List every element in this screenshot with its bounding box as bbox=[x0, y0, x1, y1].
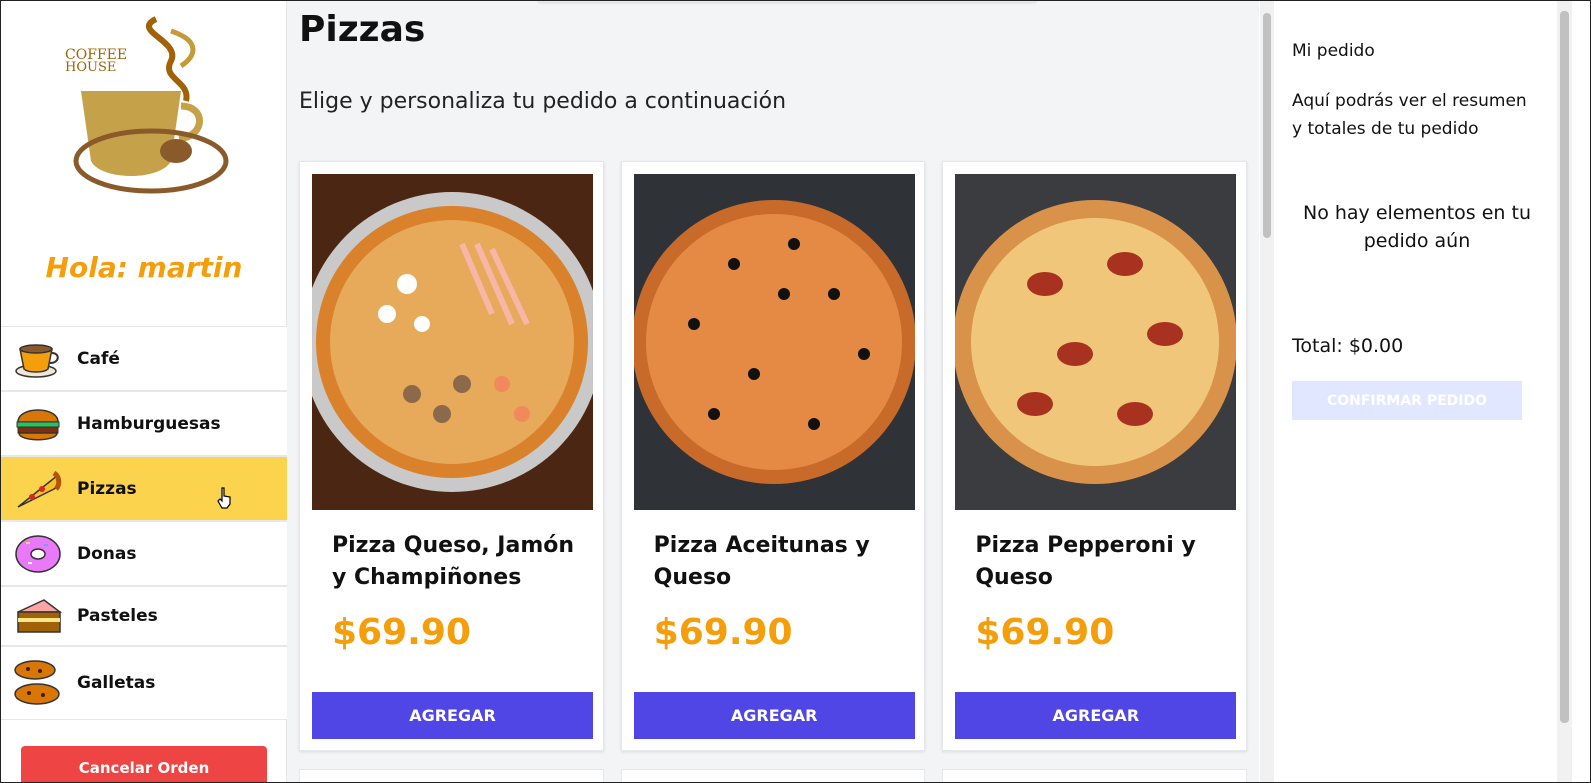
add-to-order-button[interactable]: AGREGAR bbox=[312, 692, 593, 739]
scrollbar-thumb[interactable] bbox=[1560, 11, 1569, 723]
product-name: Pizza Aceitunas y Queso bbox=[653, 533, 870, 590]
product-card: Pizza Queso, Jamón y Champiñones $69.90 … bbox=[299, 161, 604, 751]
cookies-icon bbox=[13, 658, 63, 708]
product-grid-next-row bbox=[299, 769, 1248, 782]
product-card: Pizza Aceitunas y Queso $69.90 AGREGAR bbox=[620, 161, 926, 751]
page-scrollbar[interactable] bbox=[1557, 1, 1572, 782]
category-label: Pizzas bbox=[77, 478, 137, 499]
product-card bbox=[620, 769, 926, 782]
svg-text:HOUSE: HOUSE bbox=[65, 60, 116, 75]
category-label: Galletas bbox=[77, 673, 156, 693]
product-card bbox=[299, 769, 604, 782]
category-item-pasteles[interactable]: Pasteles bbox=[1, 586, 287, 646]
order-panel: Mi pedido Aquí podrás ver el resumen y t… bbox=[1274, 1, 1560, 782]
page-title: Pizzas bbox=[299, 9, 426, 50]
order-description: Aquí podrás ver el resumen y totales de … bbox=[1292, 91, 1527, 139]
category-item-pizzas[interactable]: Pizzas bbox=[1, 456, 287, 521]
product-name: Pizza Queso, Jamón y Champiñones bbox=[332, 533, 575, 590]
greeting-text: Hola: martin bbox=[45, 251, 243, 284]
product-name: Pizza Pepperoni y Queso bbox=[975, 533, 1196, 590]
app-window: COFFEE HOUSE Hola: martin Café Hamburgue… bbox=[0, 0, 1591, 783]
category-label: Hamburguesas bbox=[77, 413, 221, 434]
cake-slice-icon bbox=[13, 591, 63, 641]
product-grid: Pizza Queso, Jamón y Champiñones $69.90 … bbox=[299, 161, 1248, 751]
product-price: $69.90 bbox=[332, 612, 471, 653]
product-card: Pizza Pepperoni y Queso $69.90 AGREGAR bbox=[942, 161, 1248, 751]
donut-icon bbox=[13, 529, 63, 579]
add-to-order-button[interactable]: AGREGAR bbox=[633, 692, 915, 739]
pizza-olives-cheese-image bbox=[633, 174, 915, 510]
category-list: Café Hamburguesas Pizzas Donas Pasteles … bbox=[1, 326, 287, 720]
product-price: $69.90 bbox=[653, 612, 793, 653]
mouse-cursor-icon bbox=[217, 487, 233, 509]
pizza-ham-mushroom-image bbox=[312, 174, 593, 510]
product-price: $69.90 bbox=[975, 612, 1115, 653]
pizza-slice-icon bbox=[13, 464, 63, 514]
category-item-donas[interactable]: Donas bbox=[1, 521, 287, 586]
burger-icon bbox=[13, 399, 63, 449]
coffee-house-logo: COFFEE HOUSE bbox=[61, 11, 231, 201]
category-item-cafe[interactable]: Café bbox=[1, 326, 287, 391]
product-card bbox=[942, 769, 1248, 782]
main-content: Pizzas Elige y personaliza tu pedido a c… bbox=[287, 1, 1259, 782]
order-total: Total: $0.00 bbox=[1292, 335, 1404, 357]
order-title: Mi pedido bbox=[1292, 41, 1375, 61]
category-label: Pasteles bbox=[77, 606, 158, 626]
main-scrollbar[interactable] bbox=[1260, 1, 1274, 782]
category-item-galletas[interactable]: Galletas bbox=[1, 646, 287, 720]
confirm-order-button[interactable]: CONFIRMAR PEDIDO bbox=[1292, 381, 1522, 420]
cancel-order-button[interactable]: Cancelar Orden bbox=[21, 746, 267, 782]
coffee-cup-icon bbox=[13, 334, 63, 384]
top-divider bbox=[537, 1, 1037, 4]
scrollbar-thumb[interactable] bbox=[1263, 13, 1271, 238]
pizza-pepperoni-cheese-image bbox=[955, 174, 1237, 510]
category-item-hamburguesas[interactable]: Hamburguesas bbox=[1, 391, 287, 456]
order-empty-message: No hay elementos en tu pedido aún bbox=[1302, 202, 1532, 252]
page-subtitle: Elige y personaliza tu pedido a continua… bbox=[299, 89, 787, 114]
sidebar: COFFEE HOUSE Hola: martin Café Hamburgue… bbox=[1, 1, 287, 782]
add-to-order-button[interactable]: AGREGAR bbox=[955, 692, 1237, 739]
category-label: Café bbox=[77, 348, 120, 369]
category-label: Donas bbox=[77, 543, 137, 564]
